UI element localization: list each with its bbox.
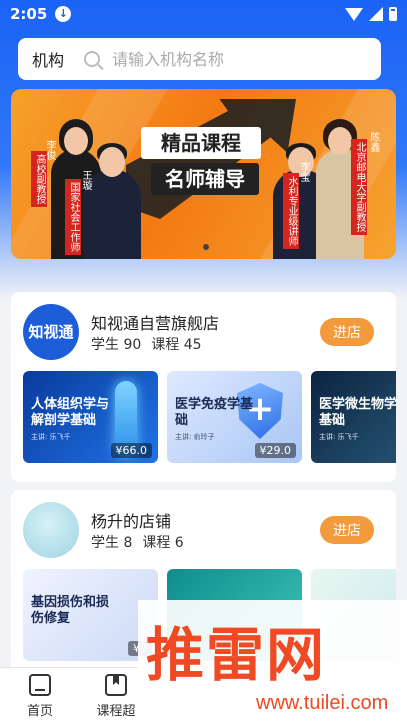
watermark-url: www.tuilei.com: [256, 692, 389, 714]
course-title: 医学免疫学基础: [175, 397, 254, 428]
watermark-text: 推雷网: [146, 621, 327, 689]
promo-banner[interactable]: 精品课程 名师辅导 李俊 高校副教授 王璇 国家社会工作师 李宝 水利专业级讲师…: [11, 89, 396, 259]
bookmark-icon: [105, 674, 127, 696]
store-students: 学生 90: [91, 337, 142, 353]
wifi-icon: [345, 7, 363, 21]
tab-home[interactable]: 首页: [10, 674, 70, 719]
store-students: 学生 8: [91, 535, 133, 551]
course-title: 人体组织学与解剖学基础: [31, 397, 110, 428]
store-courses-count: 课程 45: [151, 337, 202, 353]
search-bar[interactable]: 机构: [18, 38, 381, 80]
pager-dot-active: [203, 244, 209, 250]
course-card[interactable]: 人体组织学与解剖学基础 主讲: 乐飞千 ¥66.0: [23, 371, 158, 463]
enter-store-button[interactable]: 进店: [320, 516, 374, 544]
enter-store-button[interactable]: 进店: [320, 318, 374, 346]
teacher-title-1: 高校副教授: [31, 151, 47, 207]
download-icon: ↓: [55, 6, 72, 22]
store-stats: 学生 8 课程 6: [91, 532, 184, 552]
arrow-graphic: [126, 99, 296, 219]
course-card[interactable]: 医学免疫学基础 主讲: 俞玲子 ¥29.0: [167, 371, 302, 463]
banner-title-line1: 精品课程: [141, 127, 261, 159]
search-input[interactable]: [112, 49, 353, 69]
store-courses-count: 课程 6: [142, 535, 184, 551]
banner-title-line2: 名师辅导: [151, 163, 259, 195]
search-scope-label[interactable]: 机构: [32, 47, 64, 71]
teacher-title-2: 国家社会工作师: [65, 179, 81, 255]
teacher-title-4: 北京邮电大学副教授: [351, 139, 367, 235]
course-teacher: 主讲: 乐飞千: [319, 433, 359, 441]
course-price: ¥29.0: [254, 443, 296, 458]
teacher-name-4: 陈鑫: [368, 132, 379, 152]
search-icon: [84, 51, 101, 67]
course-teacher: 主讲: 乐飞千: [31, 433, 71, 441]
store-card-1[interactable]: 知视通 知视通自营旗舰店 学生 90 课程 45 进店 人体组织学与解剖学基础 …: [11, 292, 396, 482]
banner-pager: [203, 244, 209, 250]
tab-home-label: 首页: [26, 704, 53, 719]
course-list: 人体组织学与解剖学基础 主讲: 乐飞千 ¥66.0 医学免疫学基础 主讲: 俞玲…: [23, 371, 396, 463]
store-stats: 学生 90 课程 45: [91, 334, 202, 354]
teacher-title-3: 水利专业级讲师: [283, 173, 299, 249]
signal-icon: [369, 7, 383, 21]
status-time: 2:05: [10, 5, 48, 23]
course-title: 基因损伤和损伤修复: [31, 595, 110, 626]
store-logo: 知视通: [23, 304, 79, 360]
watermark: 推雷网 www.tuilei.com: [138, 600, 407, 724]
store-name: 杨升的店铺: [91, 512, 172, 531]
status-bar: 2:05 ↓: [0, 0, 407, 28]
store-avatar: [23, 502, 79, 558]
course-card[interactable]: 医学微生物学基础 主讲: 乐飞千: [311, 371, 396, 463]
battery-icon: [389, 7, 397, 21]
store-name: 知视通自营旗舰店: [91, 314, 220, 333]
tab-courses[interactable]: 课程超: [86, 674, 146, 719]
home-icon: [29, 674, 51, 696]
course-price: ¥66.0: [110, 443, 152, 458]
tab-courses-label: 课程超: [96, 704, 136, 719]
course-title: 医学微生物学基础: [319, 397, 396, 428]
course-teacher: 主讲: 俞玲子: [175, 433, 215, 441]
